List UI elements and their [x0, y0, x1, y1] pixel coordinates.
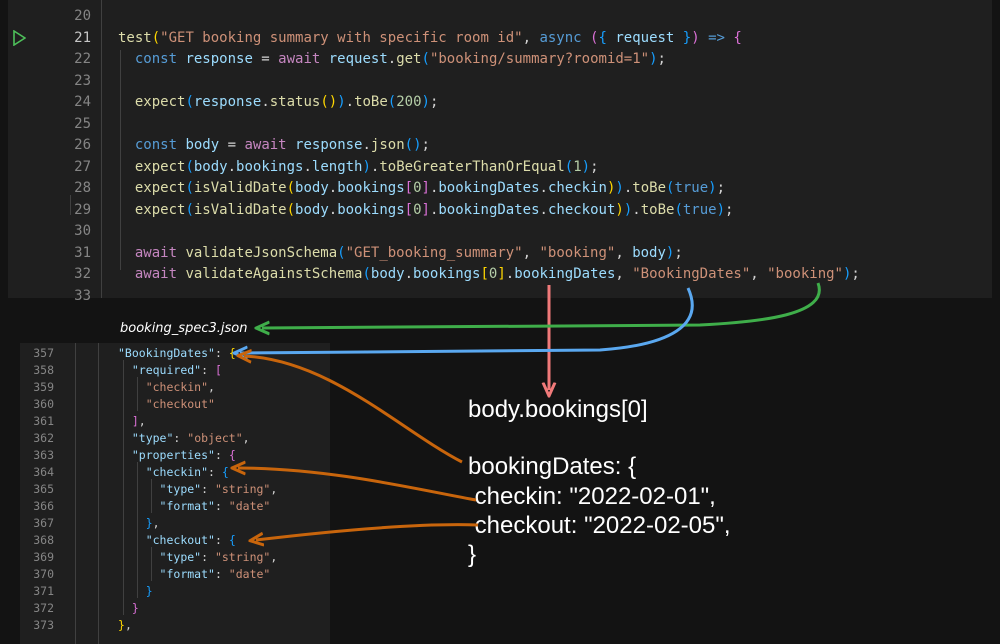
- orange-arrow-checkin: [238, 468, 477, 502]
- orange-arrow-bookingdates: [244, 356, 463, 464]
- annotation-arrows: [0, 282, 821, 644]
- orange-arrow-checkout: [256, 523, 479, 540]
- green-arrow: [262, 282, 821, 328]
- blue-arrow: [240, 287, 694, 353]
